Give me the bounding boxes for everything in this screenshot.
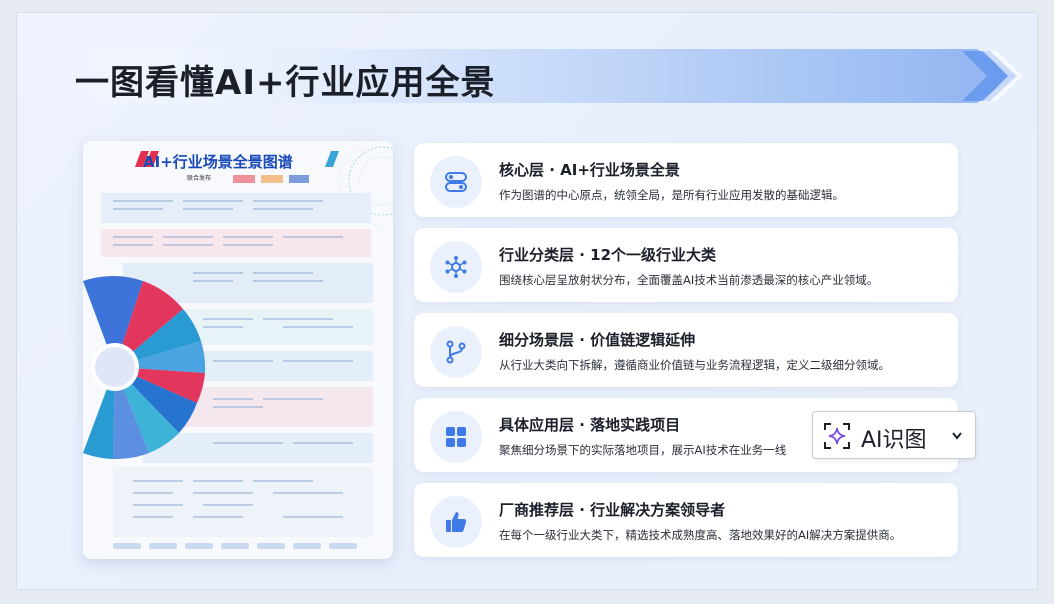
thumbs-up-icon	[446, 512, 467, 532]
card-desc: 聚焦细分场景下的实际落地项目，展示AI技术在业务一线	[499, 443, 787, 457]
grid-icon	[446, 427, 466, 447]
card-desc: 从行业大类向下拆解，遵循商业价值链与业务流程逻辑，定义二级细分领域。	[499, 358, 890, 372]
card-title: 行业分类层 · 12个一级行业大类	[499, 246, 717, 264]
card-desc: 在每个一级行业大类下，精选技术成熟度高、落地效果好的AI解决方案提供商。	[499, 528, 902, 542]
card-icon-container	[430, 411, 482, 463]
card-industry-layer: 行业分类层 · 12个一级行业大类 围绕核心层呈放射状分布，全面覆盖AI技术当前…	[414, 228, 958, 302]
card-icon-container	[430, 156, 482, 208]
poster-title: AI+行业场景全景图谱	[143, 153, 293, 171]
slide: 一图看懂AI+行业应用全景 AI+行业场景全景图谱 联合发布 核心层 · AI+…	[16, 12, 1038, 590]
card-icon-container	[430, 496, 482, 548]
card-core-layer: 核心层 · AI+行业场景全景 作为图谱的中心原点，统领全局，是所有行业应用发散…	[414, 143, 958, 217]
chevron-down-icon[interactable]	[950, 430, 964, 442]
poster-tag: 联合发布	[187, 175, 212, 182]
ai-image-recognition-button[interactable]: AI识图	[812, 411, 976, 459]
card-vendor-layer: 厂商推荐层 · 行业解决方案领导者 在每个一级行业大类下，精选技术成熟度高、落地…	[414, 483, 958, 557]
card-title: 细分场景层 · 价值链逻辑延伸	[499, 331, 696, 349]
ai-button-label: AI识图	[861, 428, 927, 453]
toggle-icon	[445, 172, 467, 192]
title-banner: 一图看懂AI+行业应用全景	[57, 47, 1023, 105]
poster-graphic	[83, 141, 393, 549]
card-scenario-layer: 细分场景层 · 价值链逻辑延伸 从行业大类向下拆解，遵循商业价值链与业务流程逻辑…	[414, 313, 958, 387]
infographic-poster: AI+行业场景全景图谱 联合发布	[83, 141, 393, 559]
card-title: 核心层 · AI+行业场景全景	[499, 161, 680, 179]
hub-network-icon	[445, 256, 467, 278]
page-title: 一图看懂AI+行业应用全景	[75, 63, 496, 103]
card-icon-container	[430, 241, 482, 293]
branch-icon	[446, 340, 466, 364]
card-desc: 作为图谱的中心原点，统领全局，是所有行业应用发散的基础逻辑。	[499, 188, 844, 202]
sparkle-scan-icon	[824, 423, 850, 449]
card-title: 厂商推荐层 · 行业解决方案领导者	[499, 501, 726, 519]
card-title: 具体应用层 · 落地实践项目	[499, 416, 681, 434]
card-icon-container	[430, 326, 482, 378]
card-desc: 围绕核心层呈放射状分布，全面覆盖AI技术当前渗透最深的核心产业领域。	[499, 273, 879, 287]
